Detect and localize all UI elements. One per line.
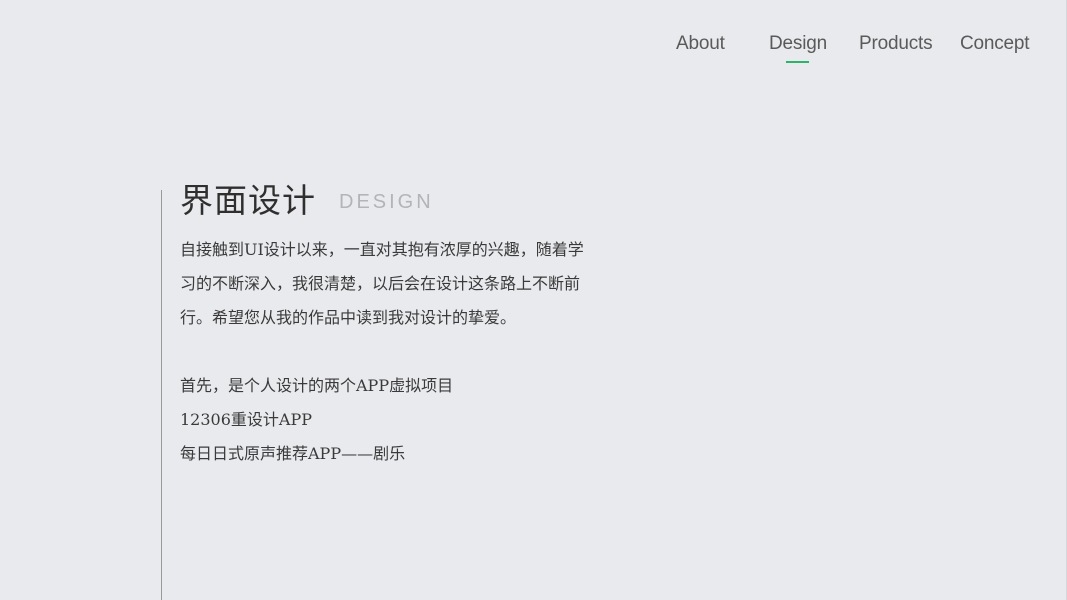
section-subtitle: DESIGN xyxy=(339,191,434,213)
project-list: 首先，是个人设计的两个APP虚拟项目 12306重设计APP 每日日式原声推荐A… xyxy=(180,369,453,471)
list-item: 每日日式原声推荐APP——剧乐 xyxy=(180,444,406,463)
intro-line: 行。希望您从我的作品中读到我对设计的挚爱。 xyxy=(180,308,517,327)
section-title: 界面设计 xyxy=(180,181,316,220)
vertical-divider xyxy=(161,190,162,600)
list-item: 12306重设计APP xyxy=(180,410,312,429)
intro-line: 自接触到UI设计以来，一直对其抱有浓厚的兴趣，随着学 xyxy=(180,240,584,259)
nav-item-products[interactable]: Products xyxy=(859,33,933,55)
intro-line: 习的不断深入，我很清楚，以后会在设计这条路上不断前 xyxy=(180,274,581,293)
nav-active-indicator xyxy=(786,61,809,63)
intro-paragraph: 自接触到UI设计以来，一直对其抱有浓厚的兴趣，随着学 习的不断深入，我很清楚，以… xyxy=(180,233,600,335)
top-navigation: About Design Products Concept xyxy=(0,33,1067,73)
nav-item-design[interactable]: Design xyxy=(769,33,827,55)
nav-item-concept[interactable]: Concept xyxy=(960,33,1030,55)
nav-item-about[interactable]: About xyxy=(676,33,725,55)
list-item: 首先，是个人设计的两个APP虚拟项目 xyxy=(180,376,454,395)
